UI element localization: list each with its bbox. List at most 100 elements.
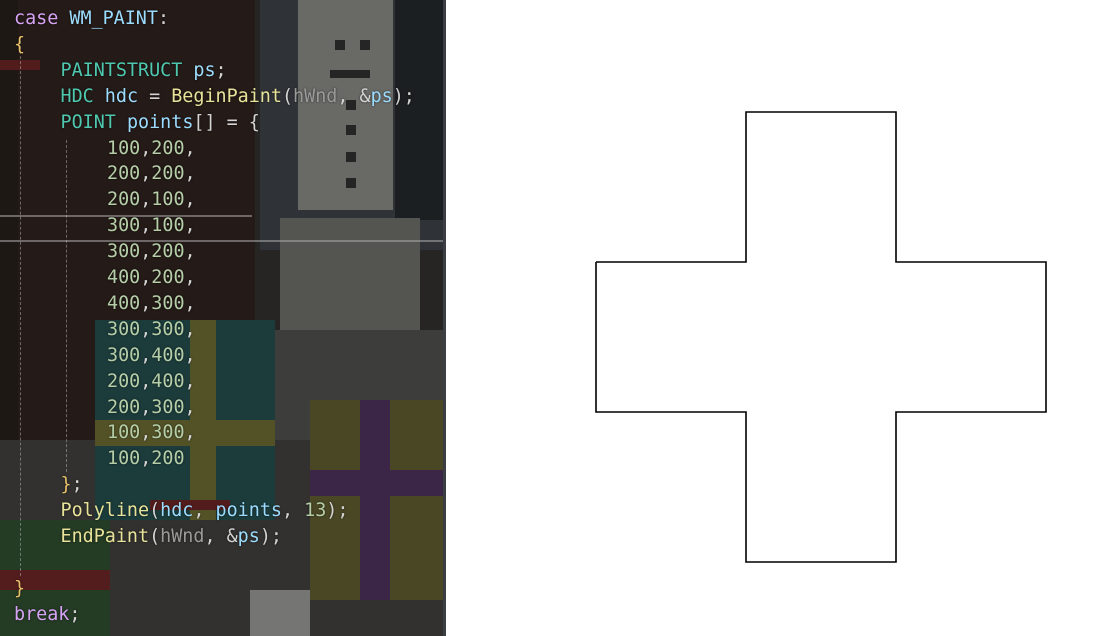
code-token: , <box>184 344 196 366</box>
cross-polyline <box>595 111 1047 563</box>
code-line[interactable]: 200,400, <box>107 369 196 395</box>
code-token: ; <box>69 603 81 625</box>
code-token: 13 <box>304 500 327 522</box>
code-token: ; <box>215 59 227 81</box>
code-token: 100 <box>107 448 141 470</box>
code-line[interactable]: 400,300, <box>107 291 196 317</box>
code-line[interactable]: 100,200 <box>107 446 185 472</box>
code-token: 300 <box>151 318 185 340</box>
code-token: 200 <box>151 267 185 288</box>
code-token: 100 <box>107 137 141 159</box>
code-token: , <box>140 370 152 392</box>
code-token: , <box>140 241 152 263</box>
code-token: , <box>184 241 196 263</box>
code-token: , <box>140 292 152 314</box>
code-token: : <box>157 8 170 29</box>
code-line[interactable]: 200,200, <box>107 161 196 187</box>
code-token: ); <box>392 85 415 107</box>
code-token: 200 <box>107 163 141 185</box>
code-token: ); <box>326 500 349 522</box>
code-token: 100 <box>107 422 141 444</box>
code-token: 300 <box>151 292 185 314</box>
code-token: PAINTSTRUCT <box>60 59 183 81</box>
code-line[interactable]: 300,100, <box>107 213 196 239</box>
code-line[interactable]: 300,200, <box>107 239 196 265</box>
code-line[interactable]: break; <box>14 602 80 628</box>
code-token: ( <box>149 526 161 547</box>
code-token: , <box>184 267 196 288</box>
code-token: , <box>184 370 196 392</box>
code-line[interactable]: 200,300, <box>107 395 196 421</box>
code-line[interactable]: HDC hdc = BeginPaint(hWnd, &ps); <box>61 84 415 110</box>
code-token: 200 <box>107 396 141 418</box>
code-token: 300 <box>107 241 141 263</box>
code-token: , & <box>204 526 238 547</box>
code-line[interactable]: 100,200, <box>107 136 196 162</box>
code-token: hWnd <box>160 526 205 547</box>
code-line[interactable]: 300,300, <box>107 317 196 343</box>
code-token: 300 <box>107 344 141 366</box>
code-token: 200 <box>151 163 185 185</box>
code-line[interactable]: }; <box>61 472 83 498</box>
code-token: break <box>14 603 70 625</box>
code-editor-panel: case WM_PAINT:{PAINTSTRUCT ps; HDC hdc = … <box>0 0 444 636</box>
code-token: ); <box>259 526 282 547</box>
code-line[interactable]: 300,400, <box>107 343 196 369</box>
code-line[interactable]: Polyline(hdc, points, 13); <box>61 498 349 524</box>
code-token: 400 <box>151 344 185 366</box>
code-token: , <box>184 422 196 444</box>
code-token: case <box>14 8 59 29</box>
code-token: , <box>184 292 196 314</box>
code-token: BeginPaint <box>171 85 282 107</box>
code-token: ( <box>281 85 294 107</box>
code-token: , <box>140 448 152 470</box>
code-token: ; <box>71 474 83 496</box>
code-token: 200 <box>151 241 185 263</box>
code-token: { <box>14 33 26 55</box>
code-token: 300 <box>107 318 141 340</box>
code-token: Polyline <box>60 500 150 522</box>
code-line[interactable]: 100,300, <box>107 420 196 446</box>
code-token: , <box>140 163 152 185</box>
code-line[interactable]: POINT points[] = { <box>61 110 260 136</box>
code-token: , <box>140 137 152 159</box>
code-token: 200 <box>151 137 185 159</box>
code-line[interactable]: { <box>14 32 25 58</box>
code-token: } <box>60 474 72 496</box>
code-line[interactable]: PAINTSTRUCT ps; <box>61 58 227 84</box>
code-token: , <box>184 137 196 159</box>
code-token: 400 <box>107 267 141 288</box>
code-token: points <box>126 111 194 133</box>
code-token: , <box>140 396 152 418</box>
code-token: , <box>281 500 305 522</box>
code-token: points <box>215 500 282 522</box>
code-token: hdc <box>104 85 139 107</box>
code-line[interactable]: } <box>14 576 25 602</box>
code-token: , <box>184 215 196 237</box>
code-token: = <box>138 85 172 107</box>
code-token: , <box>140 215 152 237</box>
code-token: HDC <box>60 85 94 107</box>
code-token: 300 <box>107 215 141 237</box>
code-token: 300 <box>151 396 185 418</box>
code-token: , <box>184 396 196 418</box>
code-token: , <box>140 189 152 211</box>
code-token: , <box>184 318 196 340</box>
indent-guide <box>66 139 67 473</box>
code-line[interactable]: case WM_PAINT: <box>14 6 169 32</box>
code-token: 200 <box>107 189 141 211</box>
code-token: 200 <box>107 370 141 392</box>
code-token: ps <box>370 85 393 107</box>
code-token: , <box>140 267 152 288</box>
code-line[interactable]: 200,100, <box>107 187 196 213</box>
code-line[interactable]: EndPaint(hWnd, &ps); <box>61 524 282 550</box>
code-token: , <box>184 189 196 211</box>
code-line[interactable]: 400,200, <box>107 265 196 291</box>
code-token: POINT <box>60 111 116 133</box>
code-token: ps <box>193 59 216 81</box>
polyline-drawing <box>595 111 1047 563</box>
